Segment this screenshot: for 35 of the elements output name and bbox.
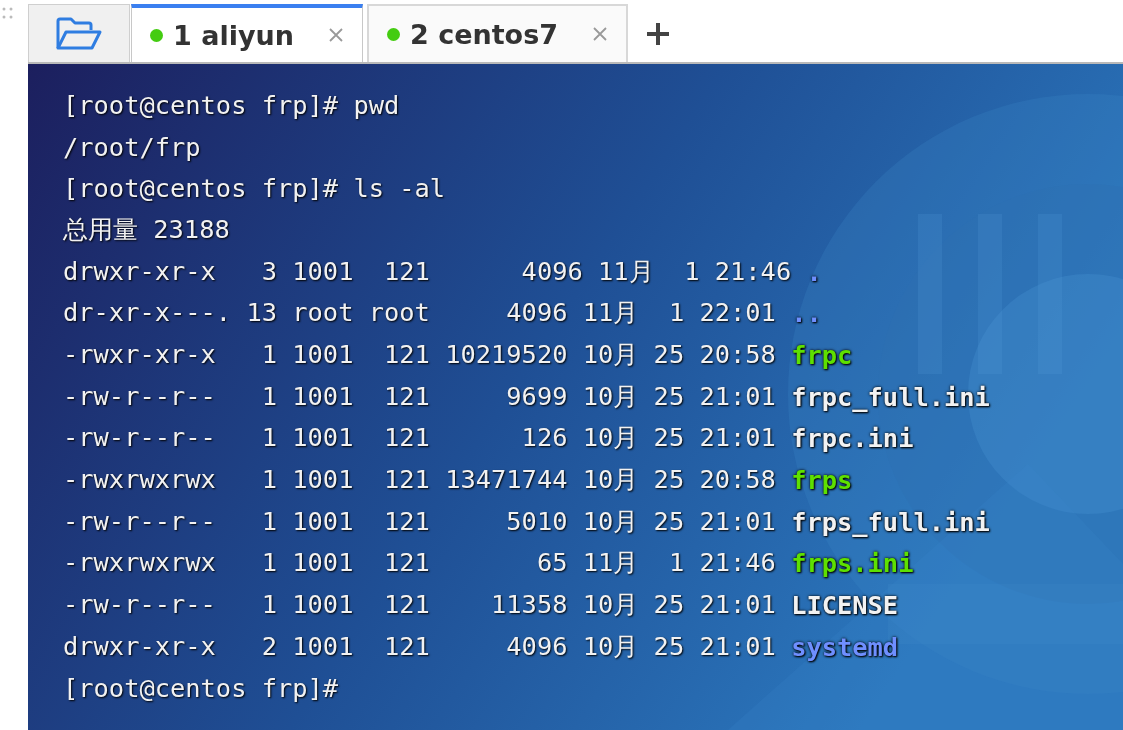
file-details: dr-xr-x---. 13 root root 4096 11月 1 22:01 [63, 296, 776, 330]
file-name: frps [791, 465, 853, 496]
file-name: . [806, 256, 822, 287]
file-details: -rw-r--r-- 1 1001 121 9699 10月 25 21:01 [63, 379, 776, 413]
terminal-line: /root/frp [63, 131, 201, 162]
file-name: frps.ini [791, 548, 914, 579]
folder-icon [55, 15, 103, 52]
file-details: -rwxrwxrwx 1 1001 121 65 11月 1 21:46 [63, 546, 776, 580]
open-folder-button[interactable] [28, 4, 130, 62]
new-tab-icon[interactable] [646, 22, 670, 46]
file-details: -rwxrwxrwx 1 1001 121 13471744 10月 25 20:58 [63, 463, 776, 497]
file-details: -rw-r--r-- 1 1001 121 11358 10月 25 21:01 [63, 588, 776, 622]
file-details: -rw-r--r-- 1 1001 121 126 10月 25 21:01 [63, 421, 776, 455]
file-name: frpc [791, 339, 853, 370]
terminal-line: [root@centos frp]# pwd [63, 89, 400, 120]
file-name: frps_full.ini [791, 506, 990, 537]
session-tab[interactable]: 1 aliyun [131, 4, 363, 62]
tab-label: 2 centos7 [409, 18, 558, 50]
session-tab[interactable]: 2 centos7 [366, 4, 628, 62]
file-details: drwxr-xr-x 3 1001 121 4096 11月 1 21:46 [63, 254, 792, 288]
grip-icon[interactable] [2, 6, 14, 20]
close-icon[interactable] [592, 26, 608, 42]
file-name: systemd [791, 631, 899, 662]
tab-label: 1 aliyun [173, 19, 294, 51]
terminal-line: [root@centos frp]# [63, 673, 339, 704]
file-name: LICENSE [791, 590, 899, 621]
terminal-line: [root@centos frp]# ls -al [63, 173, 446, 204]
file-name: .. [791, 298, 822, 329]
file-name: frpc_full.ini [791, 381, 990, 412]
file-name: frpc.ini [791, 423, 914, 454]
file-details: -rw-r--r-- 1 1001 121 5010 10月 25 21:01 [63, 504, 776, 538]
close-icon[interactable] [327, 27, 344, 43]
file-details: -rwxr-xr-x 1 1001 121 10219520 10月 25 20:58 [63, 337, 776, 371]
terminal-line: 总用量 23188 [63, 212, 230, 246]
file-details: drwxr-xr-x 2 1001 121 4096 10月 25 21:01 [63, 629, 776, 663]
